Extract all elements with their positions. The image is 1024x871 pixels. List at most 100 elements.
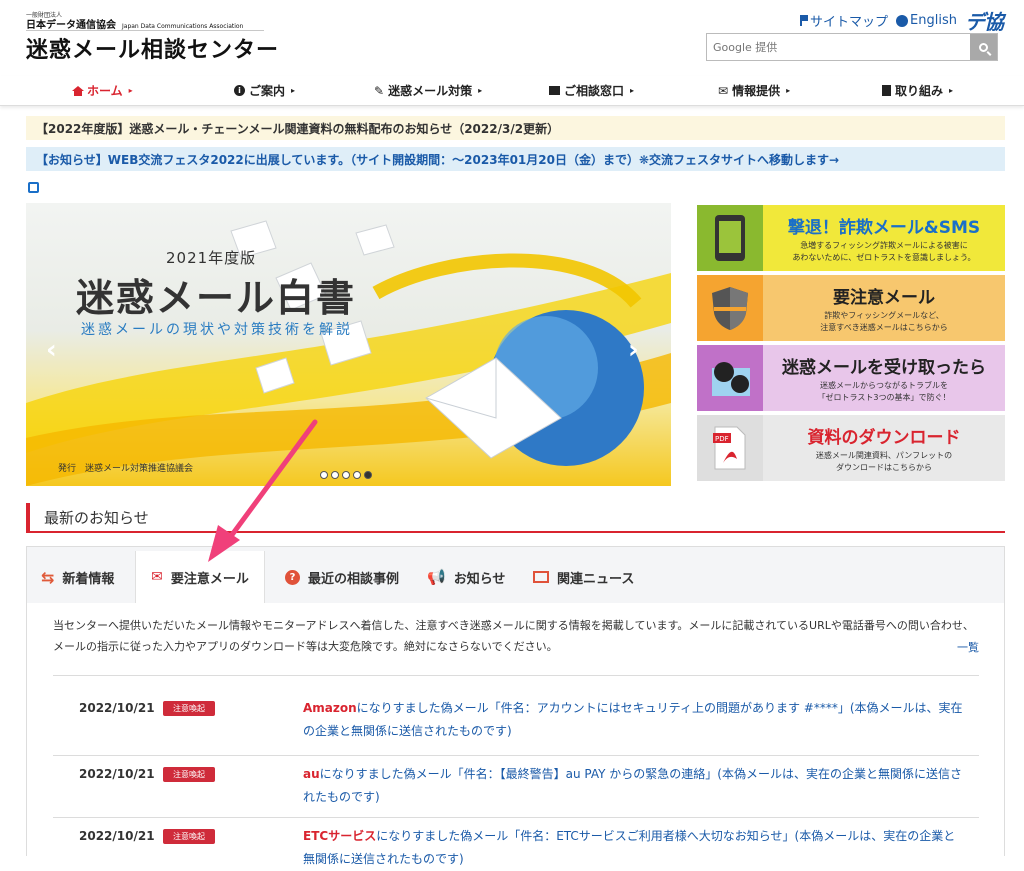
nav-guide[interactable]: i ご案内 ▸	[234, 82, 295, 99]
news-item-brand: au	[303, 767, 320, 781]
row-divider	[53, 817, 979, 818]
nav-information[interactable]: ✉ 情報提供 ▸	[718, 82, 790, 99]
signpost-icon: ⇆	[41, 567, 55, 587]
tab-new-info[interactable]: ⇆ 新着情報	[41, 551, 114, 603]
dekyo-logo[interactable]: デ協	[965, 6, 1004, 35]
row-divider	[53, 675, 979, 676]
card-received-spam[interactable]: 迷惑メールを受け取ったら 迷惑メールからつながるトラブルを 「ゼロトラスト3つの基…	[697, 345, 1005, 411]
pencil-icon: ✎	[374, 83, 385, 98]
pdf-icon: PDF	[697, 415, 763, 481]
external-link-icon[interactable]	[28, 182, 39, 193]
news-tabs-panel: ⇆ 新着情報 ✉ 要注意メール ? 最近の相談事例 📢 お知らせ 関連ニュース …	[26, 546, 1005, 866]
globe-icon	[896, 14, 909, 27]
nav-countermeasures-label: 迷惑メール対策	[388, 84, 473, 98]
row-divider	[53, 755, 979, 756]
nav-guide-label: ご案内	[249, 84, 286, 98]
tab-recent-cases-label: 最近の相談事例	[308, 571, 400, 587]
slider-next-arrow[interactable]: ›	[628, 335, 639, 365]
sitemap-link[interactable]: サイトマップ	[800, 11, 888, 30]
slider-dot[interactable]	[353, 471, 361, 479]
search-icon	[979, 42, 988, 52]
tab-related-news[interactable]: 関連ニュース	[533, 551, 634, 603]
nav-information-label: 情報提供	[732, 84, 781, 98]
row-date: 2022/10/21	[79, 701, 155, 715]
chevron-right-icon: ▸	[630, 86, 635, 95]
slider-prev-arrow[interactable]: ‹	[46, 335, 57, 365]
news-item-brand: ETCサービス	[303, 829, 377, 843]
chevron-right-icon: ▸	[291, 86, 296, 95]
banner-subtitle: 迷惑メールの現状や対策技術を解説	[81, 322, 353, 338]
card-download-desc: 迷惑メール関連資料、パンフレットの ダウンロードはこちらから	[815, 451, 953, 472]
news-item-link[interactable]: ETCサービスになりすました偽メール「件名：ETCサービスご利用者様へ大切なお知…	[303, 825, 963, 871]
search-button[interactable]	[970, 34, 997, 60]
flag-icon	[800, 15, 808, 26]
banner-artwork	[26, 220, 671, 486]
tab-caution-mail-label: 要注意メール	[170, 571, 249, 587]
tab-related-news-label: 関連ニュース	[557, 571, 635, 587]
envelope-icon: ✉	[151, 569, 163, 585]
newspaper-icon	[533, 571, 549, 583]
english-link[interactable]: English	[896, 13, 957, 28]
card-caution-mail[interactable]: 要注意メール 詐欺やフィッシングメールなど、 注意すべき迷惑メールはこちらから	[697, 275, 1005, 341]
banner-title: 迷惑メール白書	[76, 276, 357, 320]
tab-notices[interactable]: 📢 お知らせ	[427, 551, 505, 603]
org-name[interactable]: 日本データ通信協会 Japan Data Communications Assoc…	[26, 16, 243, 31]
chevron-right-icon: ▸	[786, 86, 791, 95]
slider-dot[interactable]	[331, 471, 339, 479]
nav-initiatives[interactable]: 取り組み ▸	[882, 82, 953, 99]
banner-publisher: 発行 迷惑メール対策推進協議会	[58, 464, 194, 474]
info-icon: i	[234, 85, 245, 96]
smartphone-icon	[697, 205, 763, 271]
card-download[interactable]: PDF 資料のダウンロード 迷惑メール関連資料、パンフレットの ダウンロードはこち…	[697, 415, 1005, 481]
nav-home[interactable]: ホーム ▸	[72, 82, 133, 99]
hero-banner[interactable]: 2021年度版 迷惑メール白書 迷惑メールの現状や対策技術を解説 発行 迷惑メー…	[26, 203, 671, 486]
tab-content: 当センターへ提供いただいたメール情報やモニターアドレスへ着信した、注意すべき迷惑…	[27, 603, 1004, 866]
slider-dots	[320, 471, 372, 479]
notice-materials[interactable]: 【2022年度版】迷惑メール・チェーンメール関連資料の無料配布のお知らせ（202…	[26, 116, 1005, 140]
site-header: 一般財団法人 日本データ通信協会 Japan Data Communication…	[0, 0, 1024, 70]
virus-envelope-icon	[697, 345, 763, 411]
alert-badge: 注意喚起	[163, 767, 215, 782]
nav-initiatives-label: 取り組み	[895, 84, 944, 98]
section-heading: 最新のお知らせ	[26, 503, 1005, 533]
news-item-link[interactable]: auになりすました偽メール「件名：【最終警告】au PAY からの緊急の連絡」(…	[303, 763, 963, 809]
card-anti-fraud-title: 撃退！詐欺メール&SMS	[787, 218, 981, 238]
news-item-text: になりすました偽メール「件名：アカウントにはセキュリティ上の問題があります #*…	[303, 701, 963, 738]
news-item-link[interactable]: Amazonになりすました偽メール「件名：アカウントにはセキュリティ上の問題があ…	[303, 697, 963, 743]
org-name-en: Japan Data Communications Association	[122, 23, 244, 30]
tab-new-info-label: 新着情報	[62, 571, 115, 587]
row-date: 2022/10/21	[79, 767, 155, 781]
nav-countermeasures[interactable]: ✎ 迷惑メール対策 ▸	[374, 82, 482, 99]
card-received-spam-desc: 迷惑メールからつながるトラブルを 「ゼロトラスト3つの基本」で防ぐ！	[817, 381, 951, 402]
title-divider	[26, 30, 264, 31]
banner-year: 2021年度版	[166, 249, 257, 267]
card-anti-fraud-desc: 急増するフィッシング詐欺メールによる被害に あわないために、ゼロトラストを意識しま…	[792, 241, 976, 262]
tab-notices-label: お知らせ	[453, 571, 506, 587]
card-received-spam-title: 迷惑メールを受け取ったら	[782, 358, 986, 378]
row-date: 2022/10/21	[79, 829, 155, 843]
card-anti-fraud[interactable]: 撃退！詐欺メール&SMS 急増するフィッシング詐欺メールによる被害に あわないため…	[697, 205, 1005, 271]
tab-recent-cases[interactable]: ? 最近の相談事例	[285, 551, 399, 603]
card-caution-mail-desc: 詐欺やフィッシングメールなど、 注意すべき迷惑メールはこちらから	[820, 311, 948, 332]
english-label: English	[910, 13, 957, 28]
nav-consultation-label: ご相談窓口	[564, 84, 625, 98]
tab-intro-text: 当センターへ提供いただいたメール情報やモニターアドレスへ着信した、注意すべき迷惑…	[53, 619, 974, 653]
svg-text:PDF: PDF	[715, 435, 729, 443]
slider-dot-active[interactable]	[364, 471, 372, 479]
news-item-brand: Amazon	[303, 701, 357, 715]
view-all-link[interactable]: 一覧	[957, 639, 979, 655]
slider-dot[interactable]	[320, 471, 328, 479]
notice-festa[interactable]: 【お知らせ】WEB交流フェスタ2022に出展しています。（サイト開設期間：〜20…	[26, 147, 1005, 171]
shield-icon	[697, 275, 763, 341]
tab-caution-mail[interactable]: ✉ 要注意メール	[135, 551, 265, 603]
card-caution-mail-title: 要注意メール	[833, 288, 935, 308]
sitemap-label: サイトマップ	[810, 15, 889, 30]
search-input[interactable]	[707, 34, 970, 60]
site-title-logo[interactable]: 迷惑メール相談センター	[26, 32, 279, 64]
slider-dot[interactable]	[342, 471, 350, 479]
alert-badge: 注意喚起	[163, 701, 215, 716]
question-icon: ?	[285, 569, 300, 585]
nav-consultation[interactable]: ご相談窓口 ▸	[549, 82, 634, 99]
chat-icon	[549, 86, 560, 95]
document-icon	[882, 85, 891, 96]
